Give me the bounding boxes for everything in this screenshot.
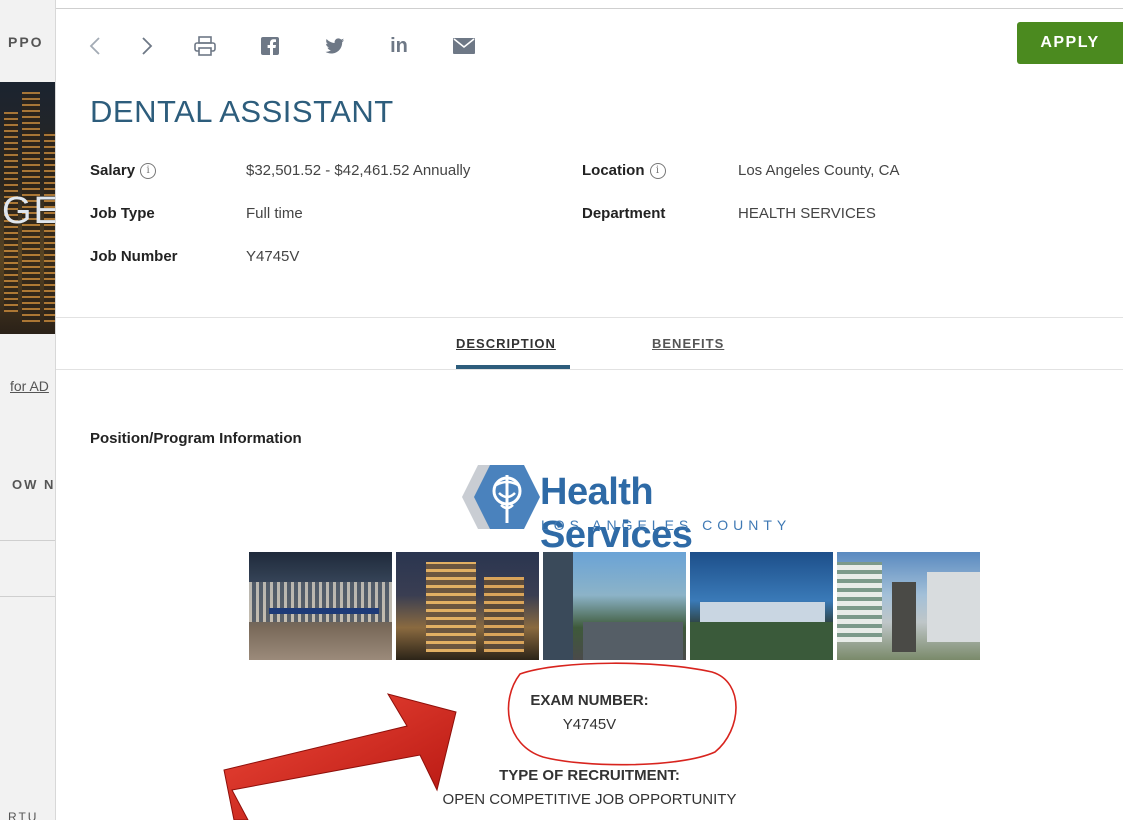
header-divider [56,317,1123,318]
job-number-value: Y4745V [246,248,300,265]
recruitment-type-label: TYPE OF RECRUITMENT: [499,767,680,784]
facility-photo [690,552,833,660]
logo-wordmark: Health Services [540,471,693,556]
twitter-icon[interactable] [323,34,347,58]
facility-photo [396,552,539,660]
background-section-text: OW N [12,477,56,492]
tab-benefits[interactable]: BENEFITS [652,336,724,351]
job-title: DENTAL ASSISTANT [90,94,394,129]
location-label: Location i [582,162,666,179]
facility-photo [837,552,980,660]
background-divider [0,540,55,541]
info-icon[interactable]: i [140,162,157,179]
linkedin-icon[interactable]: in [387,34,411,58]
salary-label-text: Salary [90,162,136,179]
caduceus-logo-icon [462,465,540,529]
info-icon[interactable]: i [649,162,666,179]
background-hero-text: GE [2,190,56,232]
background-divider [0,596,55,597]
facility-photo-strip [249,552,982,660]
location-label-text: Location [582,162,645,179]
background-bottom-text: RTU [8,810,39,820]
apply-button[interactable]: APPLY [1017,22,1123,64]
print-icon[interactable] [193,34,217,58]
email-icon[interactable] [451,34,477,58]
facility-photo [249,552,392,660]
facebook-icon[interactable] [259,34,281,58]
location-value: Los Angeles County, CA [738,162,900,179]
chevron-right-icon[interactable] [138,34,156,58]
exam-number-label: EXAM NUMBER: [530,692,649,709]
toolbar: in APPLY [56,9,1123,81]
chevron-left-icon[interactable] [86,34,104,58]
background-link[interactable]: for AD [10,378,49,394]
background-hero-image: GE [0,82,56,334]
salary-value: $32,501.52 - $42,461.52 Annually [246,162,471,179]
exam-number-value: Y4745V [562,716,617,733]
background-page: PPO GE for AD OW N RTU [0,0,56,820]
section-heading: Position/Program Information [90,430,302,447]
job-detail-panel: in APPLY DENTAL ASSISTANT Salary i $32,5… [56,8,1123,820]
tabs-divider [56,369,1123,370]
logo-subtitle: LOS ANGELES COUNTY [541,517,792,533]
tab-description[interactable]: DESCRIPTION [456,336,556,351]
recruitment-type-value: OPEN COMPETITIVE JOB OPPORTUNITY [442,791,737,808]
department-label: Department [582,205,666,222]
job-number-label: Job Number [90,248,178,265]
background-header-text: PPO [8,34,44,50]
department-value: HEALTH SERVICES [738,205,876,222]
job-type-value: Full time [246,205,303,222]
facility-photo [543,552,686,660]
salary-label: Salary i [90,162,157,179]
health-services-logo: Health Services LOS ANGELES COUNTY [444,461,794,556]
job-type-label: Job Type [90,205,155,222]
